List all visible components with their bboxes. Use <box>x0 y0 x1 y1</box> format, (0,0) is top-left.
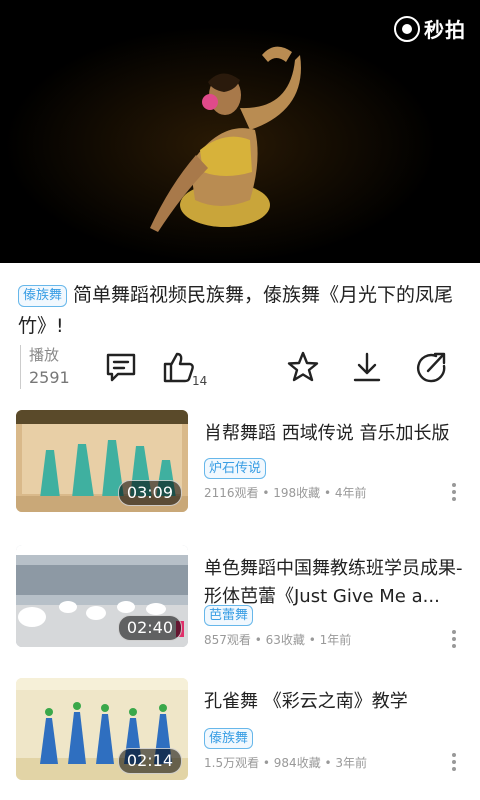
video-duration: 02:14 <box>117 748 182 774</box>
watermark-text: 秒拍 <box>424 18 466 42</box>
item-title[interactable]: 肖帮舞蹈 西域传说 音乐加长版 <box>204 420 466 448</box>
more-options-icon[interactable] <box>452 627 458 651</box>
item-tag[interactable]: 芭蕾舞 <box>204 605 254 626</box>
more-options-icon[interactable] <box>452 750 458 774</box>
play-stats: 播放 2591 <box>20 345 70 389</box>
share-button[interactable] <box>414 350 448 384</box>
item-title[interactable]: 单色舞蹈中国舞教练班学员成果-形体芭蕾《Just Give Me a... <box>204 555 466 611</box>
item-meta: 2116观看 • 198收藏 • 4年前 <box>204 486 367 500</box>
item-tag[interactable]: 炉石传说 <box>204 458 267 479</box>
list-item[interactable]: 02:40 单色舞蹈中国舞教练班学员成果-形体芭蕾《Just Give Me a… <box>0 545 480 655</box>
item-tag[interactable]: 傣族舞 <box>204 728 254 749</box>
video-title: 傣族舞 简单舞蹈视频民族舞，傣族舞《月光下的凤尾竹》! <box>18 280 468 342</box>
like-button[interactable] <box>162 350 196 384</box>
watermark-logo: 秒拍 <box>394 14 466 43</box>
more-options-icon[interactable] <box>452 480 458 504</box>
comment-button[interactable] <box>104 350 138 384</box>
list-item[interactable]: 03:09 肖帮舞蹈 西域传说 音乐加长版 炉石传说 2116观看 • 198收… <box>0 410 480 520</box>
like-icon <box>163 352 194 383</box>
video-tag[interactable]: 傣族舞 <box>18 285 68 307</box>
video-thumbnail[interactable]: 03:09 <box>16 410 188 512</box>
favorite-star-icon <box>287 351 319 382</box>
item-meta: 1.5万观看 • 984收藏 • 3年前 <box>204 756 368 770</box>
play-label: 播放 <box>29 346 60 364</box>
video-duration: 03:09 <box>117 480 182 506</box>
video-thumbnail[interactable]: 02:14 <box>16 678 188 780</box>
video-duration: 02:40 <box>117 615 182 641</box>
favorite-button[interactable] <box>286 350 320 384</box>
list-item[interactable]: 02:14 孔雀舞 《彩云之南》教学 傣族舞 1.5万观看 • 984收藏 • … <box>0 678 480 788</box>
comment-icon <box>106 353 136 382</box>
play-count: 2591 <box>29 368 70 387</box>
share-icon <box>417 352 446 383</box>
video-thumbnail[interactable]: 02:40 <box>16 545 188 647</box>
video-title-text: 简单舞蹈视频民族舞，傣族舞《月光下的凤尾竹》! <box>18 284 454 337</box>
video-player[interactable]: 秒拍 <box>0 0 480 263</box>
like-count: 14 <box>192 374 208 388</box>
download-button[interactable] <box>350 350 384 384</box>
watermark-icon <box>394 15 420 42</box>
item-meta: 857观看 • 63收藏 • 1年前 <box>204 633 352 647</box>
item-title[interactable]: 孔雀舞 《彩云之南》教学 <box>204 688 466 716</box>
download-icon <box>353 352 381 382</box>
